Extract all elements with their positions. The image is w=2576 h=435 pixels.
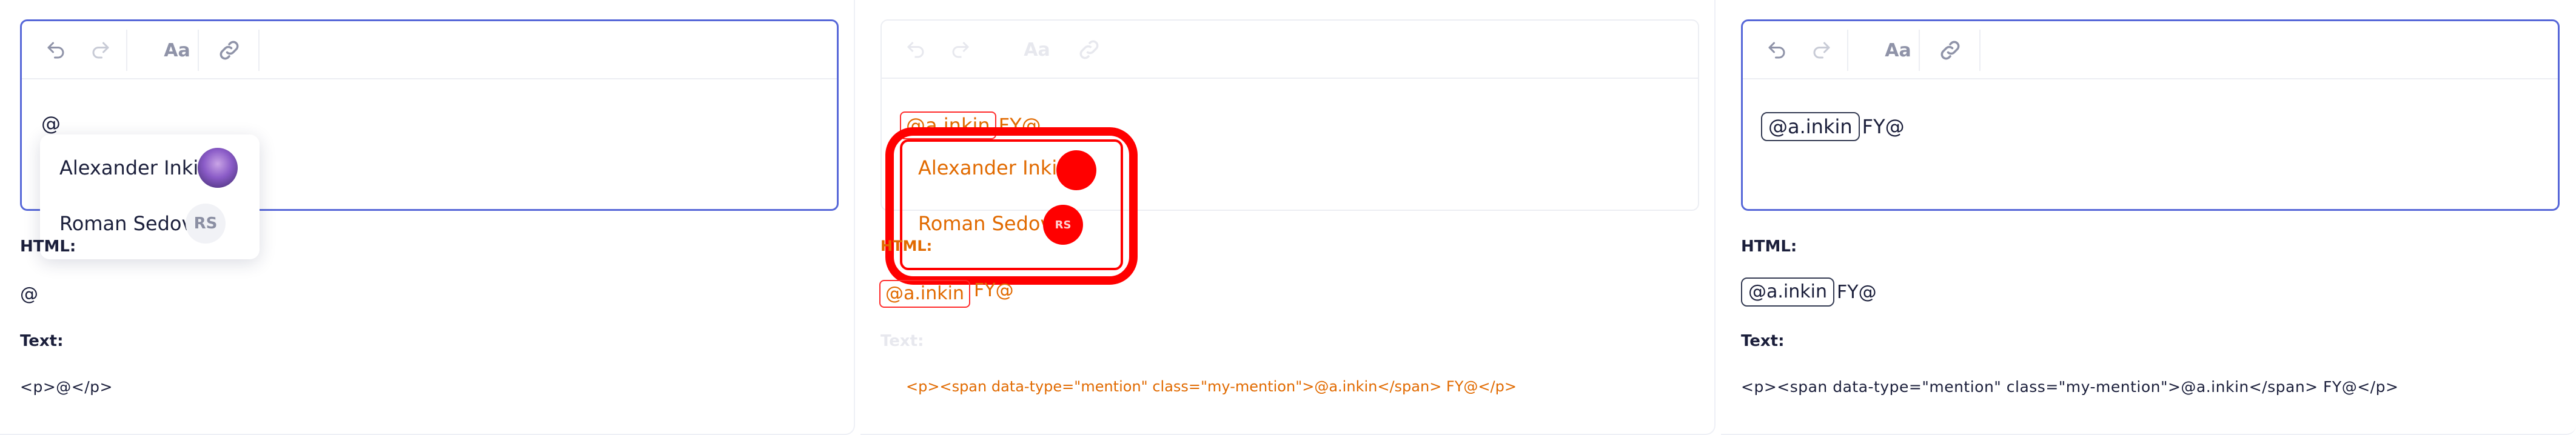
toolbar-divider (1847, 30, 1848, 71)
undo-icon (47, 42, 64, 59)
html-label: HTML: (20, 237, 76, 256)
redo-icon (1813, 42, 1830, 59)
text-label: Text: (1741, 332, 1785, 350)
avatar: RS (1043, 205, 1083, 245)
toolbar-divider (1979, 30, 1981, 71)
mention-chip: @a.inkin (879, 280, 970, 308)
avatar-initials: RS (193, 214, 218, 233)
redo-button[interactable] (85, 35, 116, 66)
text-label: Text: (20, 332, 64, 350)
toolbar: Aa (22, 21, 837, 79)
suggestion-item[interactable]: Alexander Inkin (40, 141, 260, 195)
redo-button[interactable] (945, 34, 976, 65)
text-style-button[interactable]: Aa (1880, 35, 1916, 66)
editor[interactable]: Aa @a.inkin FY@ (1741, 19, 2560, 211)
undo-icon (1768, 42, 1785, 59)
html-label: HTML: (880, 237, 933, 254)
avatar-initials: RS (1055, 218, 1072, 231)
suggestion-name: Alexander Inkin (59, 156, 211, 179)
text-output: <p>@</p> (20, 378, 113, 396)
redo-icon (952, 41, 970, 58)
avatar (198, 148, 238, 188)
toolbar: Aa (882, 21, 1698, 79)
avatar (1056, 150, 1096, 190)
mention-chip[interactable]: @a.inkin (1761, 112, 1860, 141)
mention-chip: @a.inkin (1741, 277, 1834, 307)
undo-button[interactable] (1761, 35, 1793, 66)
link-button[interactable] (1073, 34, 1105, 65)
editor-text: FY@ (1862, 115, 1905, 138)
html-output: @a.inkin FY@ (879, 280, 1014, 308)
link-button[interactable] (1934, 35, 1966, 66)
editor-text: @ (41, 112, 61, 135)
html-output: @ (20, 284, 38, 305)
toolbar-divider (126, 30, 127, 71)
link-button[interactable] (213, 35, 245, 66)
toolbar: Aa (1743, 21, 2558, 79)
text-output: <p><span data-type="mention" class="my-m… (1741, 378, 2399, 396)
link-icon (1079, 40, 1099, 59)
toolbar-divider (198, 30, 199, 71)
undo-button[interactable] (40, 35, 72, 66)
toolbar-divider (1919, 30, 1920, 71)
editor-content[interactable]: @a.inkin FY@ (1761, 112, 1905, 141)
text-style-icon: Aa (1885, 39, 1911, 61)
editor-panel-right: Aa @a.inkin FY@ HTML: @a.inkin FY@ Text:… (1721, 0, 2576, 435)
undo-button[interactable] (900, 34, 931, 65)
redo-icon (92, 42, 109, 59)
text-style-icon: Aa (164, 39, 190, 61)
text-style-button[interactable]: Aa (159, 35, 195, 66)
suggestion-name: Roman Sedov (59, 212, 193, 235)
html-output-text: FY@ (1837, 281, 1877, 303)
html-output-text: @ (20, 284, 38, 305)
html-label: HTML: (1741, 237, 1797, 256)
redo-button[interactable] (1806, 35, 1837, 66)
editor-panel-left: Aa @ Alexander Inkin Roman Sedov RS HTML… (0, 0, 855, 435)
text-style-button[interactable]: Aa (1019, 34, 1055, 65)
toolbar-divider (258, 30, 260, 71)
undo-icon (907, 41, 924, 58)
suggestion-name: Roman Sedov (918, 212, 1052, 235)
suggestion-name: Alexander Inkin (918, 156, 1070, 179)
text-output: <p><span data-type="mention" class="my-m… (906, 378, 1517, 395)
editor-content[interactable]: @ (41, 112, 61, 135)
text-style-icon: Aa (1024, 39, 1050, 61)
link-icon (220, 41, 239, 60)
avatar: RS (186, 204, 226, 244)
link-icon (1940, 41, 1960, 60)
html-output: @a.inkin FY@ (1741, 277, 1877, 307)
text-label: Text: (880, 332, 924, 350)
html-output-text: FY@ (974, 280, 1014, 301)
